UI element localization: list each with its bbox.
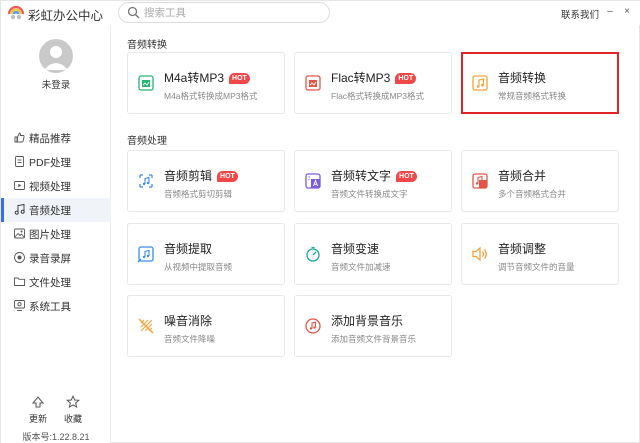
card-description: 音频格式剪切剪辑: [164, 189, 233, 199]
section-title-convert: 音频转换: [127, 40, 167, 51]
card-title: 噪音消除: [164, 314, 213, 328]
hot-badge: HOT: [217, 171, 238, 182]
sidebar-item-label: 系统工具: [29, 300, 71, 313]
card-description: 从视频中提取音频: [164, 262, 233, 272]
audio-to-text-icon: [305, 173, 321, 189]
card-audio-cut[interactable]: 音频剪辑 HOT 音频格式剪切剪辑: [127, 150, 285, 212]
card-audio-convert[interactable]: 音频转换 常规音频格式转换: [461, 52, 619, 114]
card-audio-extract[interactable]: 音频提取 从视频中提取音频: [127, 223, 285, 285]
sidebar-item-image[interactable]: 图片处理: [1, 222, 111, 246]
sidebar-item-label: PDF处理: [29, 156, 71, 169]
sidebar-nav: 精品推荐 PDF处理 视频处理 音频处理 图片处理 录音录屏 文件处理 系统工具: [1, 126, 111, 318]
star-icon: [66, 395, 80, 409]
sidebar-item-pdf[interactable]: PDF处理: [1, 150, 111, 174]
update-icon: [31, 396, 45, 408]
audio-cut-icon: [139, 174, 153, 188]
card-description: 音频文件加减速: [331, 262, 391, 272]
record-icon: [14, 252, 25, 263]
login-status[interactable]: 未登录: [1, 77, 111, 91]
add-bgm-icon: [305, 318, 321, 334]
card-description: 常规音频格式转换: [498, 91, 567, 101]
card-description: 多个音频格式合并: [498, 189, 567, 199]
card-title: 音频变速: [331, 242, 380, 256]
update-button[interactable]: 更新: [23, 395, 53, 425]
noise-remove-icon: [138, 318, 154, 334]
card-title: 音频提取: [164, 242, 213, 256]
card-audio-adjust[interactable]: 音频调整 调节音频文件的音量: [461, 223, 619, 285]
card-audio-speed[interactable]: 音频变速 音频文件加减速: [294, 223, 452, 285]
sidebar-item-video[interactable]: 视频处理: [1, 174, 111, 198]
sidebar-item-label: 文件处理: [29, 276, 71, 289]
sidebar-item-label: 音频处理: [29, 204, 71, 217]
music-note-icon: [14, 204, 25, 215]
card-description: 添加音频文件背景音乐: [331, 334, 417, 344]
card-title: Flac转MP3 HOT: [331, 69, 417, 86]
version-text: 版本号:1.22.8.21: [22, 432, 90, 442]
favorite-button[interactable]: 收藏: [58, 395, 88, 425]
hot-badge: HOT: [396, 171, 417, 182]
flac-file-icon: [305, 75, 321, 91]
audio-convert-icon: [472, 75, 488, 91]
m4a-file-icon: [138, 75, 154, 91]
minimize-button[interactable]: –: [604, 5, 616, 19]
sidebar-item-label: 精品推荐: [29, 132, 71, 145]
card-description: 音频文件转换成文字: [331, 189, 408, 199]
image-icon: [14, 228, 25, 239]
contact-us-link[interactable]: 联系我们: [561, 7, 599, 21]
card-title: 音频转换: [498, 71, 547, 85]
sidebar: 未登录 精品推荐 PDF处理 视频处理 音频处理 图片处理 录音录屏 文件处理 …: [1, 25, 111, 443]
hot-badge: HOT: [229, 73, 250, 84]
update-label: 更新: [28, 414, 47, 424]
sidebar-item-recommend[interactable]: 精品推荐: [1, 126, 111, 150]
audio-merge-icon: [472, 173, 488, 189]
favorite-label: 收藏: [63, 414, 82, 424]
sidebar-item-audio[interactable]: 音频处理: [1, 198, 111, 222]
card-description: 调节音频文件的音量: [498, 262, 575, 272]
audio-adjust-icon: [472, 246, 487, 262]
card-title: 音频转文字 HOT: [331, 167, 417, 184]
sidebar-item-file[interactable]: 文件处理: [1, 270, 111, 294]
card-title: 音频合并: [498, 169, 547, 183]
video-icon: [14, 181, 25, 190]
rainbow-logo-icon: [7, 5, 25, 21]
thumbs-up-icon: [14, 132, 25, 143]
sidebar-item-record[interactable]: 录音录屏: [1, 246, 111, 270]
card-description: Flac格式转换成MP3格式: [331, 91, 425, 101]
search-icon: [127, 6, 140, 19]
search-box[interactable]: [118, 2, 330, 23]
card-add-bgm[interactable]: 添加背景音乐 添加音频文件背景音乐: [294, 295, 452, 357]
card-title: 音频调整: [498, 242, 547, 256]
close-button[interactable]: ×: [621, 5, 633, 19]
title-bar: 彩虹办公中心 联系我们 – ×: [1, 1, 640, 25]
system-icon: [14, 300, 25, 311]
audio-speed-icon: [306, 246, 320, 262]
pdf-icon: [15, 156, 24, 167]
app-title: 彩虹办公中心: [28, 9, 104, 23]
card-title: M4a转MP3 HOT: [164, 69, 250, 86]
hot-badge: HOT: [395, 73, 417, 84]
card-flac-to-mp3[interactable]: Flac转MP3 HOT Flac格式转换成MP3格式: [294, 52, 452, 114]
search-input[interactable]: [144, 5, 324, 20]
app-window: 彩虹办公中心 联系我们 – × 未登录 精品推荐: [0, 0, 640, 443]
card-description: M4a格式转换成MP3格式: [164, 91, 258, 101]
section-title-process: 音频处理: [127, 136, 167, 147]
audio-extract-icon: [137, 246, 154, 263]
card-title: 添加背景音乐: [331, 314, 404, 328]
card-audio-to-text[interactable]: 音频转文字 HOT 音频文件转换成文字: [294, 150, 452, 212]
sidebar-item-label: 视频处理: [29, 180, 71, 193]
card-description: 音频文件降噪: [164, 334, 216, 344]
sidebar-item-label: 图片处理: [29, 228, 71, 241]
user-avatar-icon: [44, 46, 68, 70]
card-title: 音频剪辑 HOT: [164, 167, 238, 184]
sidebar-item-label: 录音录屏: [29, 252, 71, 265]
card-noise-remove[interactable]: 噪音消除 音频文件降噪: [127, 295, 285, 357]
card-m4a-to-mp3[interactable]: M4a转MP3 HOT M4a格式转换成MP3格式: [127, 52, 285, 114]
avatar[interactable]: [39, 39, 73, 73]
card-audio-merge[interactable]: 音频合并 多个音频格式合并: [461, 150, 619, 212]
folder-icon: [14, 277, 25, 286]
sidebar-item-system[interactable]: 系统工具: [1, 294, 111, 318]
